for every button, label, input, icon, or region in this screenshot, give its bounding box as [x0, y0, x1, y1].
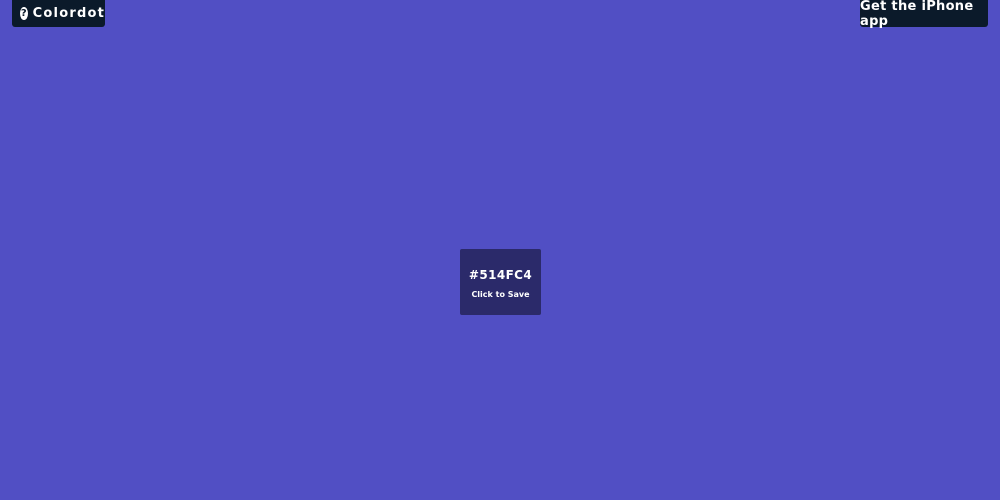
color-hex-label: #514FC4	[468, 268, 533, 282]
click-to-save-label: Click to Save	[471, 290, 530, 299]
color-canvas[interactable]: { "header": { "brand_label": "Colordot",…	[0, 0, 1000, 500]
get-iphone-app-button[interactable]: Get the iPhone app	[860, 0, 988, 29]
brand-label: Colordot	[32, 6, 105, 21]
brand-button[interactable]: ? Colordot	[12, 0, 105, 27]
save-color-swatch[interactable]: #514FC4 Click to Save	[460, 249, 541, 315]
question-circle-icon: ?	[20, 7, 28, 20]
